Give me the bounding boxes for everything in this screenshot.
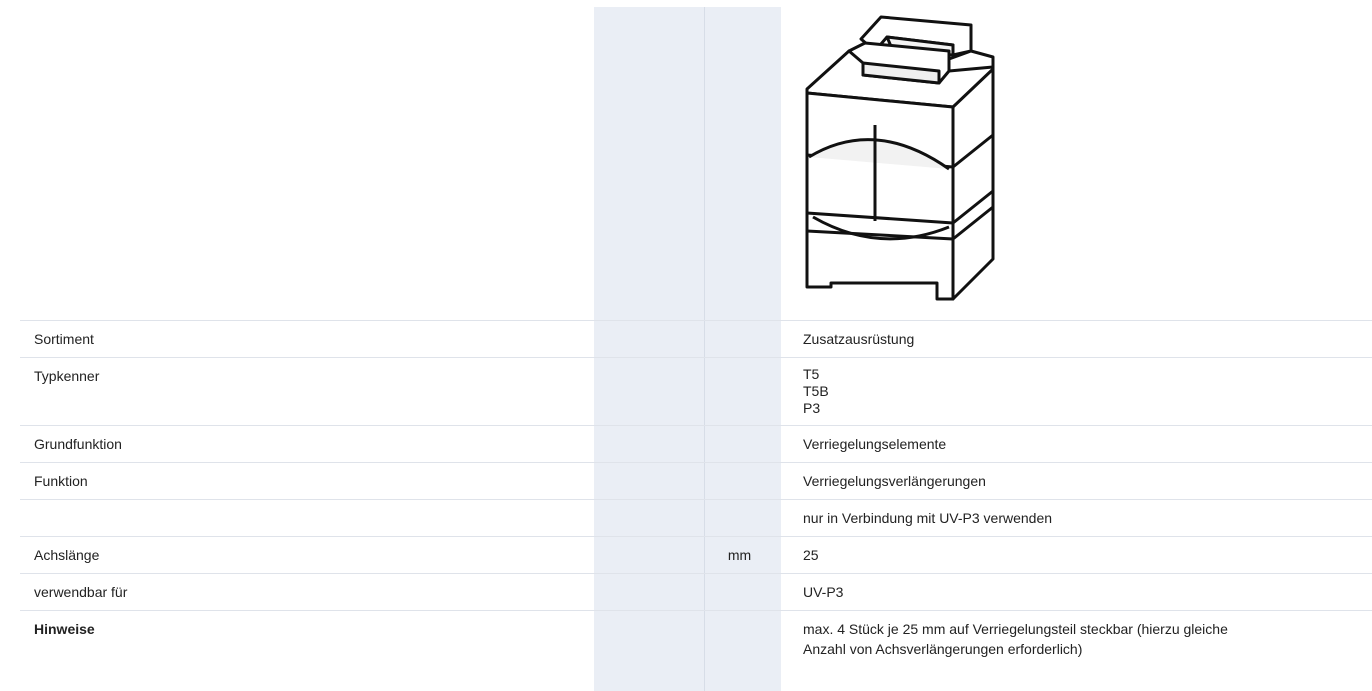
row-label: Achslänge xyxy=(34,547,100,563)
spec-row-typkenner: Typkenner T5 T5B P3 xyxy=(20,358,1372,426)
row-label: Funktion xyxy=(34,473,88,489)
spec-row-sortiment: Sortiment Zusatzausrüstung xyxy=(20,321,1372,358)
row-value: Verriegelungselemente xyxy=(803,436,947,452)
row-label: Sortiment xyxy=(34,331,94,347)
row-unit xyxy=(704,574,781,610)
product-image-cell xyxy=(781,7,1372,320)
spec-row-grundfunktion: Grundfunktion Verriegelungselemente xyxy=(20,426,1372,463)
row-label: verwendbar für xyxy=(34,584,128,600)
row-value: UV-P3 xyxy=(803,584,844,600)
spec-row-funktion: Funktion Verriegelungsverlängerungen xyxy=(20,463,1372,500)
spec-row-verwendbar-fuer: verwendbar für UV-P3 xyxy=(20,574,1372,611)
row-value: nur in Verbindung mit UV-P3 verwenden xyxy=(803,510,1053,526)
spec-row-hinweise: Hinweise max. 4 Stück je 25 mm auf Verri… xyxy=(20,611,1372,667)
row-value: T5 T5B P3 xyxy=(803,366,829,416)
interlock-element-drawing-icon xyxy=(805,15,995,301)
row-unit xyxy=(704,611,781,667)
page: Sortiment Zusatzausrüstung Typkenner T5 … xyxy=(0,0,1372,691)
row-unit xyxy=(704,426,781,462)
spec-table: Sortiment Zusatzausrüstung Typkenner T5 … xyxy=(20,7,1372,691)
row-unit xyxy=(704,321,781,357)
row-unit: mm xyxy=(727,547,752,563)
row-label xyxy=(20,500,594,536)
row-unit xyxy=(704,463,781,499)
row-label: Hinweise xyxy=(34,621,95,637)
row-value: Zusatzausrüstung xyxy=(803,331,915,347)
row-label: Grundfunktion xyxy=(34,436,122,452)
spec-row-funktion-note: nur in Verbindung mit UV-P3 verwenden xyxy=(20,500,1372,537)
spec-row-achslaenge: Achslänge mm 25 xyxy=(20,537,1372,574)
row-value: 25 xyxy=(803,547,819,563)
row-unit xyxy=(704,500,781,536)
section-heading xyxy=(34,0,40,5)
row-value: Verriegelungsverlängerungen xyxy=(803,473,986,489)
row-unit xyxy=(704,358,781,425)
row-value: max. 4 Stück je 25 mm auf Verriegelungst… xyxy=(803,621,1228,657)
row-label: Typkenner xyxy=(34,368,100,384)
product-image-row xyxy=(20,7,1372,321)
